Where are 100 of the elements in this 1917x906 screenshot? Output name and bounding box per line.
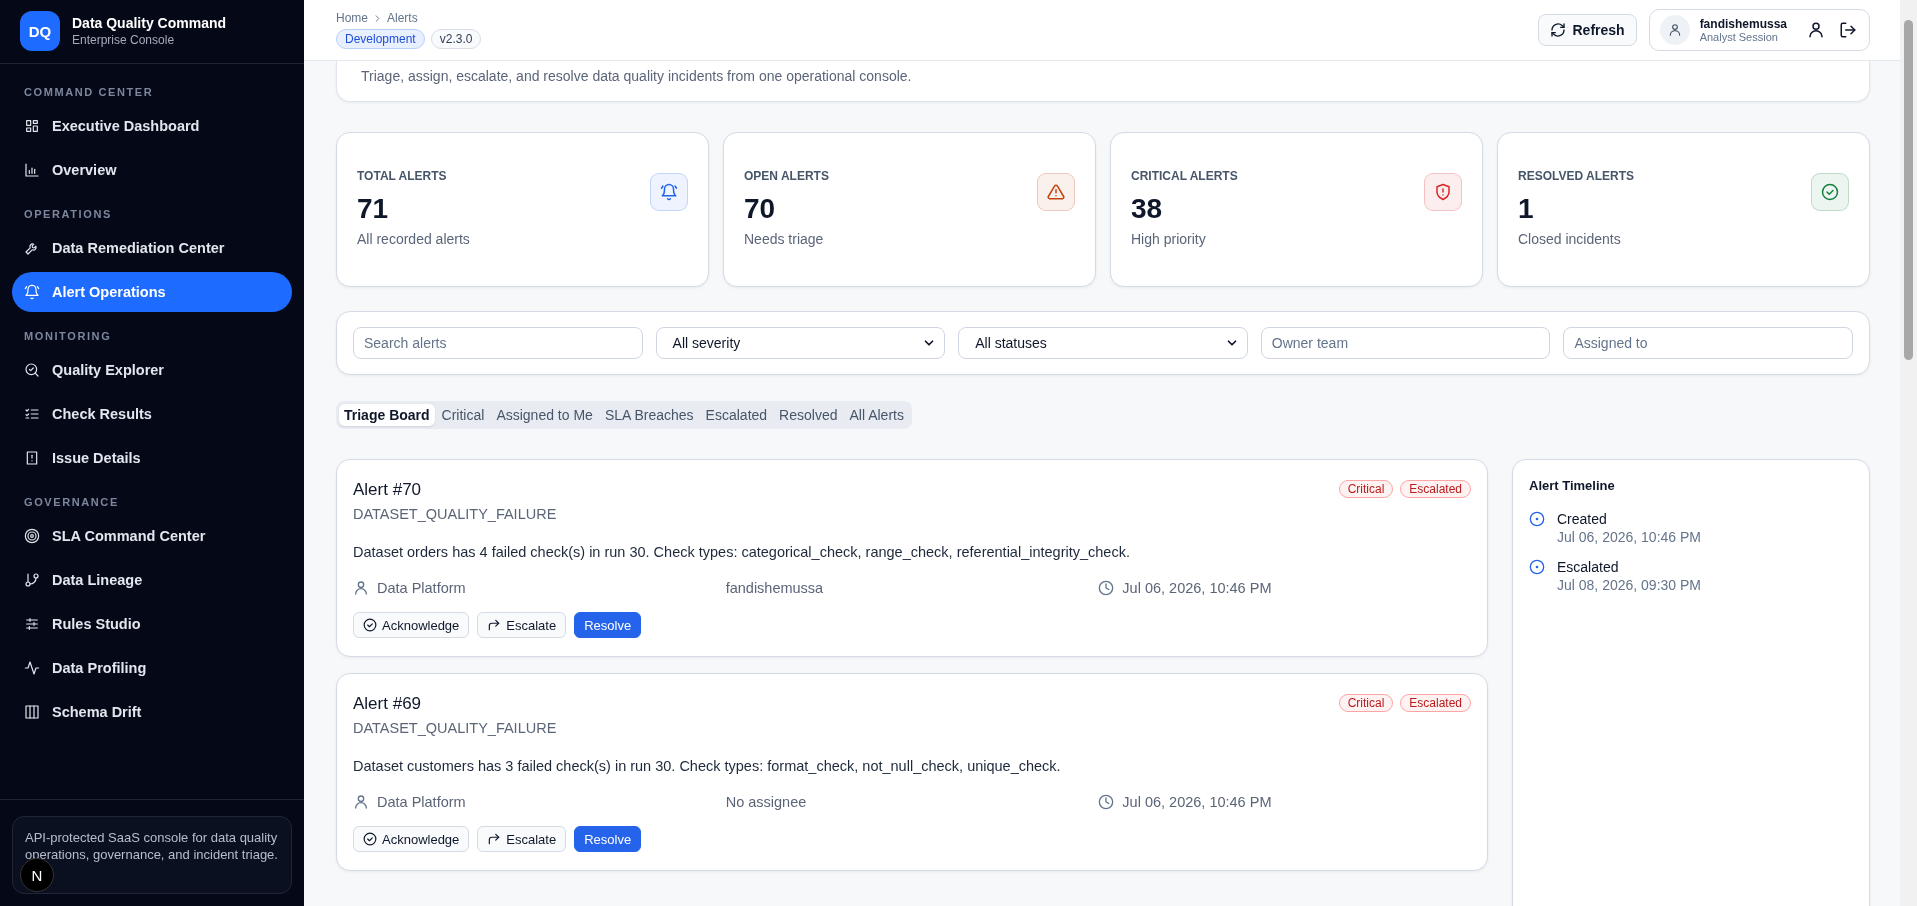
timeline-dot-icon [1529,511,1545,527]
status-badge: Escalated [1400,694,1471,712]
event-time: Jul 06, 2026, 10:46 PM [1557,529,1701,545]
page-description: Triage, assign, escalate, and resolve data quality incidents from one operational console. [361,68,913,84]
stat-value: 1 [1518,193,1535,225]
nav-item[interactable]: Data Profiling [12,648,292,688]
nav-item[interactable]: Alert Operations [12,272,292,312]
escalate-button[interactable]: Escalate [477,826,567,852]
breadcrumb-current: Alerts [387,11,418,25]
alert-title: Alert #69 [353,694,423,714]
check-circle-icon [363,832,377,846]
nav-section-title: MONITORING [23,329,113,344]
filter-field[interactable]: Owner team [1260,327,1551,359]
escalate-button[interactable]: Escalate [477,612,567,638]
status-badge: Escalated [1400,480,1471,498]
scrollbar[interactable] [1900,0,1917,906]
pulse-icon [24,660,40,676]
timeline-dot-icon [1529,559,1545,575]
alert-title: Alert #70 [353,480,423,500]
tab[interactable]: Resolved [774,404,843,426]
tab[interactable]: Critical [436,404,490,426]
nav-section-title: OPERATIONS [23,207,113,222]
nav-item[interactable]: Data Remediation Center [12,228,292,268]
nav-item[interactable]: Quality Explorer [12,350,292,390]
clock-icon [1098,794,1115,810]
assignee: fandishemussa [725,580,824,596]
alert-description: Dataset orders has 4 failed check(s) in run 30. Check types: categorical_check, range_check, referential_integrity_check. [353,544,1131,560]
tab[interactable]: Assigned to Me [491,404,598,426]
event-label: Created [1557,511,1608,527]
stat-value: 70 [744,193,777,225]
app-name: Data Quality Command [72,15,227,31]
stat-value: 71 [357,193,390,225]
user-role: Analyst Session [1699,31,1779,43]
profile-icon[interactable] [1807,21,1825,39]
clock-icon [1098,580,1115,596]
environment-badge: Development [336,29,425,49]
grid-icon [24,118,40,134]
event-label: Escalated [1557,559,1620,575]
severity-badge: Critical [1338,480,1394,498]
columns-icon [24,704,40,720]
stat-caption: High priority [1131,231,1207,247]
target-icon [24,528,40,544]
user-name: fandishemussa [1699,17,1787,31]
refresh-button[interactable]: Refresh [1538,14,1637,46]
branch-icon [24,572,40,588]
resolve-button[interactable]: Resolve [574,612,642,638]
nav-item[interactable]: SLA Command Center [12,516,292,556]
forward-arrow-icon [487,832,502,846]
severity-badge: Critical [1338,694,1394,712]
app-subtitle: Enterprise Console [72,33,176,47]
stat-label: RESOLVED ALERTS [1518,169,1634,183]
wrench-icon [24,240,40,256]
bar-chart-icon [24,162,40,178]
sliders-icon [24,616,40,632]
nav-item[interactable]: Schema Drift [12,692,292,732]
nav-section-title: COMMAND CENTER [23,85,155,100]
stat-label: OPEN ALERTS [744,169,829,183]
stat-label: TOTAL ALERTS [357,169,448,183]
owner-team: Data Platform [377,794,466,810]
nav-section-title: GOVERNANCE [23,495,120,510]
forward-arrow-icon [487,618,502,632]
nav-item[interactable]: Data Lineage [12,560,292,600]
stat-caption: Closed incidents [1518,231,1622,247]
logout-icon[interactable] [1839,21,1857,39]
file-alert-icon [24,450,40,466]
tab[interactable]: Triage Board [339,404,435,426]
alert-time: Jul 06, 2026, 10:46 PM [1122,794,1272,810]
tab[interactable]: Escalated [700,404,773,426]
filter-dropdown[interactable]: All severity [655,327,946,359]
event-time: Jul 08, 2026, 09:30 PM [1557,577,1701,593]
person-icon [353,580,369,596]
nav-item[interactable]: Overview [12,150,292,190]
resolve-button[interactable]: Resolve [574,826,642,852]
bell-icon [24,284,40,300]
logo: DQ [20,11,60,51]
alert-type: DATASET_QUALITY_FAILURE [353,506,557,522]
acknowledge-button[interactable]: Acknowledge [353,612,470,638]
assignee: No assignee [725,794,807,810]
nav-item[interactable]: Rules Studio [12,604,292,644]
filter-dropdown[interactable]: All statuses [958,327,1248,359]
timeline-title: Alert Timeline [1529,478,1616,493]
nav-item[interactable]: Executive Dashboard [12,106,292,146]
alert-type: DATASET_QUALITY_FAILURE [353,720,557,736]
alert-description: Dataset customers has 3 failed check(s) in run 30. Check types: format_check, not_null_check, unique_check. [353,758,1062,774]
nav-item[interactable]: Check Results [12,394,292,434]
alert-time: Jul 06, 2026, 10:46 PM [1122,580,1272,596]
tab[interactable]: SLA Breaches [599,404,699,426]
owner-team: Data Platform [377,580,466,596]
stat-caption: Needs triage [744,231,825,247]
magnifier-check-icon [24,362,40,378]
filter-field[interactable]: Assigned to [1563,327,1853,359]
check-circle-icon [363,618,377,632]
stat-caption: All recorded alerts [357,231,470,247]
nav-item[interactable]: Issue Details [12,438,292,478]
tab[interactable]: All Alerts [844,404,909,426]
filter-field[interactable]: Search alerts [353,327,643,359]
stat-value: 38 [1131,193,1164,225]
person-icon [353,794,369,810]
acknowledge-button[interactable]: Acknowledge [353,826,470,852]
breadcrumb-link[interactable]: Home [336,11,368,25]
